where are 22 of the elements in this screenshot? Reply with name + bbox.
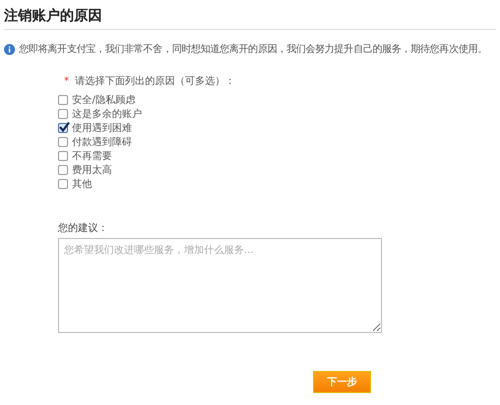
checkbox[interactable] xyxy=(58,109,68,119)
checkbox[interactable] xyxy=(58,123,68,133)
checkbox[interactable] xyxy=(58,151,68,161)
info-icon xyxy=(4,44,15,54)
checkbox[interactable] xyxy=(58,165,68,175)
suggestion-label: 您的建议： xyxy=(58,222,109,235)
option-label: 不再需要 xyxy=(72,150,112,163)
required-mark: * xyxy=(64,76,69,86)
option-label: 付款遇到障碍 xyxy=(72,136,132,149)
option-label: 费用太高 xyxy=(72,164,112,177)
option-label: 使用遇到困难 xyxy=(72,122,132,135)
page-title: 注销账户的原因 xyxy=(4,8,102,24)
checkbox[interactable] xyxy=(58,95,68,105)
checkbox[interactable] xyxy=(58,137,68,147)
option-label: 其他 xyxy=(72,178,92,191)
checkbox[interactable] xyxy=(58,179,68,189)
suggestion-field[interactable]: 您希望我们改进哪些服务，增加什么服务... xyxy=(58,238,382,333)
option-label: 这是多余的账户 xyxy=(72,108,142,121)
next-button[interactable]: 下一步 xyxy=(313,371,371,393)
notice-text: 您即将离开支付宝，我们非常不舍，同时想知道您离开的原因，我们会努力提升自己的服务，期待您再次使用。 xyxy=(19,42,487,56)
reason-prompt: 请选择下面列出的原因（可多选）： xyxy=(75,74,235,88)
option-label: 安全/隐私顾虑 xyxy=(72,94,136,107)
